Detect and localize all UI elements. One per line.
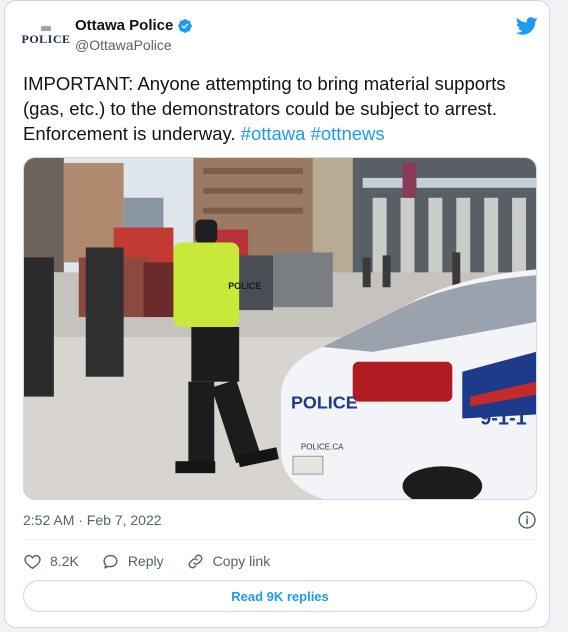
tweet-text: IMPORTANT: Anyone attempting to bring ma… [23, 71, 535, 146]
tweet-timestamp[interactable]: 2:52 AM · Feb 7, 2022 [23, 512, 162, 528]
tweet-card: POLICE Ottawa Police @OttawaPolice IMPOR… [4, 0, 550, 628]
read-replies-label: Read 9K replies [231, 588, 329, 604]
action-bar: 8.2K Reply Copy link [23, 549, 537, 573]
handle[interactable]: @OttawaPolice [75, 37, 193, 53]
copy-link-button[interactable]: Copy link [186, 552, 271, 571]
avatar[interactable]: POLICE [21, 21, 71, 51]
reply-button[interactable]: Reply [101, 552, 164, 571]
car-police-text: POLICE [291, 393, 358, 413]
twitter-bird-icon[interactable] [515, 15, 539, 37]
car-911-text: 9-1-1 [480, 407, 526, 429]
author-block: Ottawa Police @OttawaPolice [75, 17, 193, 53]
verified-badge-icon [178, 18, 193, 33]
tweet-photo[interactable]: POLICE POLICE 9-1-1 POLICE.CA [23, 157, 537, 500]
copy-link-label: Copy link [212, 553, 271, 569]
tweet-meta-row: 2:52 AM · Feb 7, 2022 [23, 510, 537, 530]
reply-icon [103, 554, 118, 569]
tweet-header: POLICE Ottawa Police @OttawaPolice [21, 13, 538, 59]
street-scene-image: POLICE POLICE 9-1-1 POLICE.CA [24, 158, 536, 499]
vest-text: POLICE [228, 281, 261, 291]
hashtag-ottawa[interactable]: #ottawa [241, 123, 306, 144]
car-url-text: POLICE.CA [301, 442, 344, 451]
heart-icon [24, 554, 41, 569]
reply-label: Reply [127, 553, 164, 569]
info-icon[interactable] [517, 510, 537, 530]
link-icon [188, 554, 203, 568]
display-name[interactable]: Ottawa Police [75, 17, 173, 34]
like-count: 8.2K [50, 553, 79, 569]
divider [23, 539, 537, 540]
read-replies-button[interactable]: Read 9K replies [23, 580, 537, 612]
avatar-logo-text: POLICE [21, 31, 71, 46]
crown-icon [41, 25, 51, 31]
like-button[interactable]: 8.2K [23, 552, 79, 571]
hashtag-ottnews[interactable]: #ottnews [311, 123, 385, 144]
name-row: Ottawa Police [75, 17, 193, 34]
